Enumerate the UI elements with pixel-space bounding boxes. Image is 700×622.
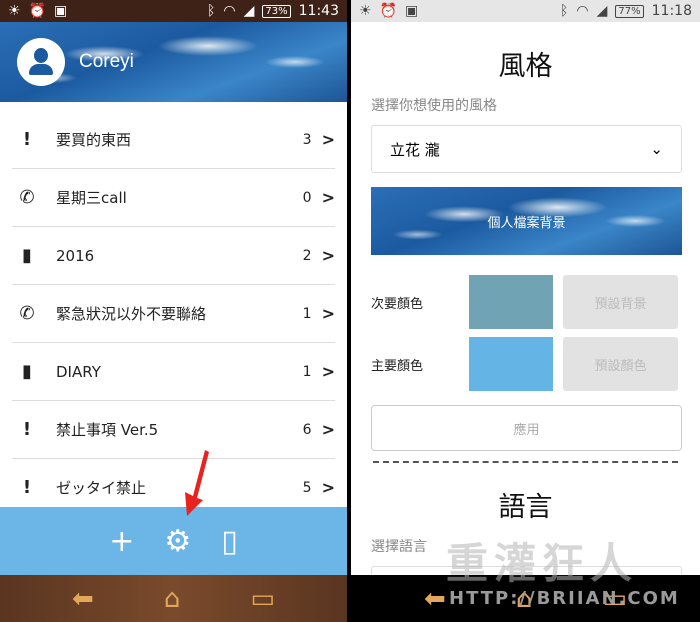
secondary-color-swatch[interactable]	[469, 275, 553, 329]
chevron-right-icon: >	[321, 188, 335, 207]
chevron-right-icon: >	[321, 130, 335, 149]
item-count: 0	[302, 189, 312, 206]
signal-icon: ◢	[596, 3, 608, 19]
item-label: 禁止事項 Ver.5	[56, 421, 159, 439]
signal-icon: ◢	[243, 3, 255, 19]
phone-icon: ✆	[19, 187, 35, 208]
book-icon: ▮	[22, 245, 32, 266]
item-count: 5	[302, 479, 312, 496]
chevron-right-icon: >	[321, 362, 335, 381]
back-icon[interactable]: ⬅	[72, 584, 94, 614]
wifi-icon: ◠	[576, 3, 589, 19]
chevron-right-icon: >	[321, 420, 335, 439]
item-label: 星期三call	[56, 189, 127, 207]
watermark: 重灌狂人	[446, 539, 639, 588]
style-selected-value: 立花 瀧	[390, 140, 440, 159]
back-icon[interactable]: ⬅	[424, 584, 446, 614]
clock: 11:18	[651, 3, 692, 19]
image-icon: ▣	[54, 3, 68, 19]
bluetooth-icon: ᛒ	[560, 3, 569, 19]
chevron-right-icon: >	[321, 478, 335, 497]
secondary-color-row: 次要顏色 預設背景	[371, 275, 680, 329]
style-select[interactable]: 立花 瀧 ⌄	[371, 125, 682, 173]
list-item[interactable]: ✆ 緊急狀況以外不要聯絡 1 >	[12, 285, 335, 343]
clock: 11:43	[298, 3, 339, 19]
style-title: 風格	[498, 51, 553, 82]
notebook-list: ! 要買的東西 3 > ✆ 星期三call 0 > ▮ 2016 2 > ✆ 緊急狀況以外不要聯絡 1 > ▮ D…	[0, 111, 347, 517]
apply-button[interactable]: 應用	[371, 405, 682, 451]
battery-level: 73%	[262, 4, 291, 18]
phone-icon: ✆	[19, 303, 35, 324]
item-label: ゼッタイ禁止	[56, 479, 147, 497]
brightness-icon: ☀	[359, 3, 372, 19]
alarm-icon: ⏰	[379, 3, 397, 19]
list-item[interactable]: ! 要買的東西 3 >	[12, 111, 335, 169]
book-icon: ▮	[22, 361, 32, 382]
default-color-button[interactable]: 預設顏色	[563, 337, 678, 391]
left-screen: ☀ ⏰ ▣ ᛒ ◠ ◢ 73% 11:43 Coreyi ! 要買的東西 3 > ✆ 星期三cal…	[0, 0, 347, 622]
battery-level: 77%	[615, 4, 644, 18]
list-item[interactable]: ✆ 星期三call 0 >	[12, 169, 335, 227]
primary-color-swatch[interactable]	[469, 337, 553, 391]
list-item[interactable]: ▮ 2016 2 >	[12, 227, 335, 285]
primary-color-row: 主要顏色 預設顏色	[371, 337, 680, 391]
default-background-button[interactable]: 預設背景	[563, 275, 678, 329]
bottom-toolbar: + ⚙ ▯	[0, 507, 347, 575]
list-item[interactable]: ! 禁止事項 Ver.5 6 >	[12, 401, 335, 459]
info-icon[interactable]: ▯	[221, 524, 238, 559]
divider	[373, 461, 678, 463]
alarm-icon: ⏰	[28, 3, 46, 19]
item-label: 要買的東西	[56, 131, 132, 149]
item-count: 6	[302, 421, 312, 438]
settings-icon[interactable]: ⚙	[164, 524, 191, 559]
item-count: 1	[302, 363, 312, 380]
exclamation-icon: !	[22, 477, 32, 498]
status-bar: ☀ ⏰ ▣ ᛒ ◠ ◢ 73% 11:43	[0, 0, 347, 22]
exclamation-icon: !	[22, 419, 32, 440]
wifi-icon: ◠	[223, 3, 236, 19]
bluetooth-icon: ᛒ	[207, 3, 216, 19]
chevron-right-icon: >	[321, 304, 335, 323]
right-screen: ☀ ⏰ ▣ ᛒ ◠ ◢ 77% 11:18 風格 選擇你想使用的風格 立花 瀧 ⌄ 個人…	[351, 0, 700, 622]
primary-color-label: 主要顏色	[371, 358, 424, 374]
item-label: 2016	[56, 246, 95, 265]
recent-apps-icon[interactable]: ▭	[250, 584, 275, 614]
status-bar: ☀ ⏰ ▣ ᛒ ◠ ◢ 77% 11:18	[351, 0, 700, 22]
add-icon[interactable]: +	[109, 524, 134, 559]
item-count: 1	[302, 305, 312, 322]
item-label: DIARY	[56, 362, 101, 381]
exclamation-icon: !	[22, 129, 32, 150]
avatar[interactable]	[17, 38, 65, 86]
item-count: 2	[302, 247, 312, 264]
chevron-right-icon: >	[321, 246, 335, 265]
chevron-down-icon: ⌄	[650, 140, 663, 158]
secondary-color-label: 次要顏色	[371, 296, 424, 312]
profile-background-button[interactable]: 個人檔案背景	[371, 187, 682, 255]
image-icon: ▣	[405, 3, 419, 19]
language-title: 語言	[498, 492, 553, 523]
style-subtitle: 選擇你想使用的風格	[371, 98, 497, 114]
item-label: 緊急狀況以外不要聯絡	[56, 305, 207, 323]
profile-header[interactable]: Coreyi	[0, 22, 347, 102]
brightness-icon: ☀	[8, 3, 21, 19]
user-name: Coreyi	[79, 51, 134, 72]
home-icon[interactable]: ⌂	[164, 584, 181, 614]
item-count: 3	[302, 131, 312, 148]
nav-bar: ⬅ ⌂ ▭	[0, 575, 347, 622]
watermark-url: HTTP://BRIIAN.COM	[449, 588, 680, 609]
list-item[interactable]: ▮ DIARY 1 >	[12, 343, 335, 401]
profile-background-label: 個人檔案背景	[487, 215, 566, 231]
